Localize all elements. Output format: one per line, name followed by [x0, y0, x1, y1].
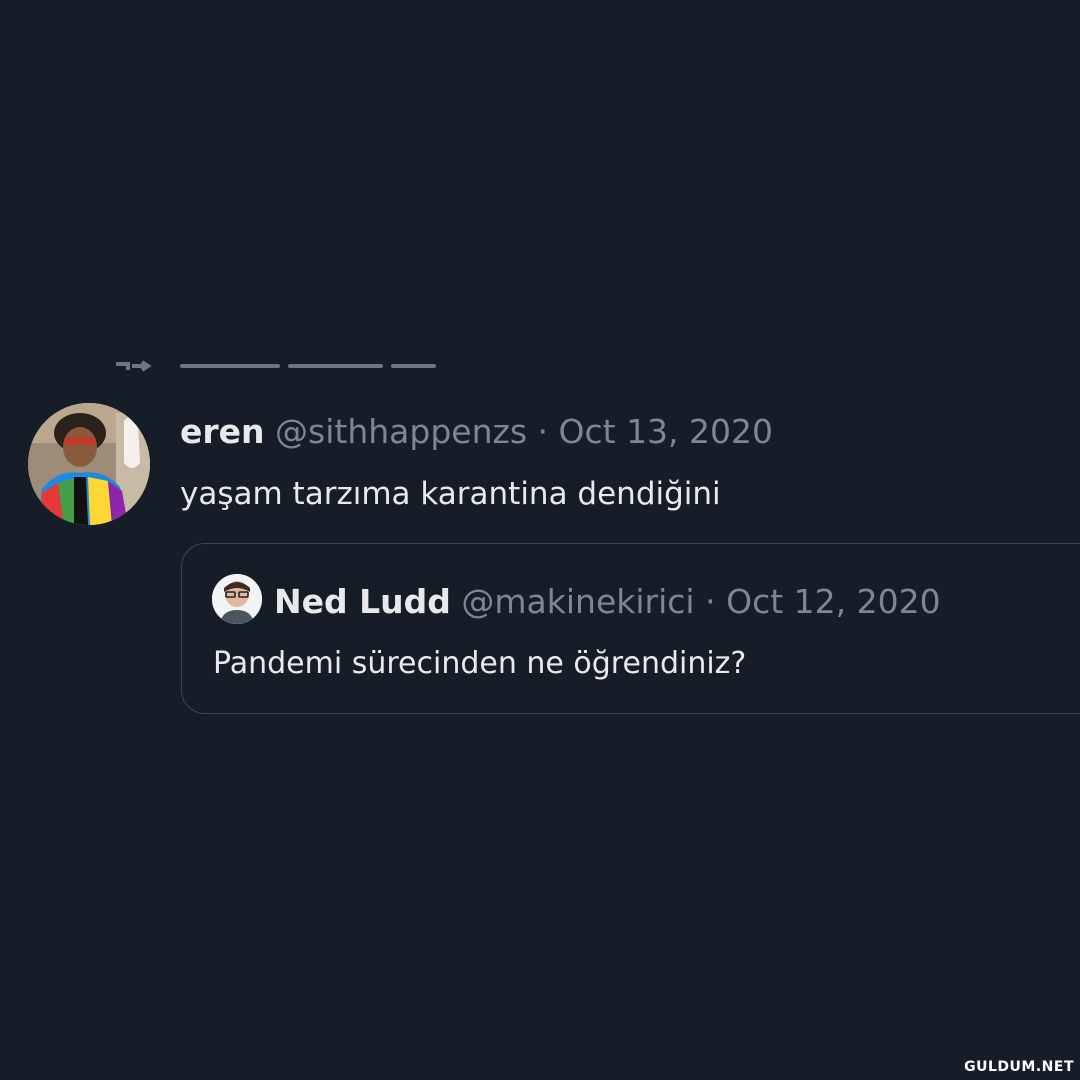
- tweet-date[interactable]: Oct 13, 2020: [559, 412, 774, 451]
- tweet-text: yaşam tarzıma karantina dendiğini: [180, 476, 721, 512]
- watermark: GULDUM.NET: [964, 1059, 1074, 1075]
- quoted-author-name[interactable]: Ned Ludd: [274, 582, 451, 621]
- tweet-header: eren @sithhappenzs · Oct 13, 2020: [180, 410, 773, 454]
- quoted-author-avatar[interactable]: [212, 574, 262, 624]
- author-handle[interactable]: @sithhappenzs: [275, 412, 527, 451]
- retweet-context: [112, 352, 452, 374]
- quoted-author-handle[interactable]: @makinekirici: [461, 582, 694, 621]
- header-separator: ·: [537, 412, 549, 451]
- quoted-tweet-date[interactable]: Oct 12, 2020: [726, 582, 941, 621]
- quoted-header-separator: ·: [705, 582, 716, 621]
- retweet-icon: [116, 360, 152, 372]
- quoted-tweet-text: Pandemi sürecinden ne öğrendiniz?: [213, 646, 747, 681]
- author-avatar[interactable]: [28, 403, 150, 525]
- profile-photo-avatar-icon: [212, 574, 262, 624]
- quoted-tweet-header: Ned Ludd @makinekirici · Oct 12, 2020: [274, 580, 941, 624]
- quoted-tweet-card[interactable]: Ned Ludd @makinekirici · Oct 12, 2020 Pa…: [181, 543, 1080, 714]
- author-name[interactable]: eren: [180, 412, 265, 451]
- tweet-screenshot: eren @sithhappenzs · Oct 13, 2020 yaşam …: [0, 0, 1080, 1080]
- profile-photo-avatar-icon: [28, 403, 150, 525]
